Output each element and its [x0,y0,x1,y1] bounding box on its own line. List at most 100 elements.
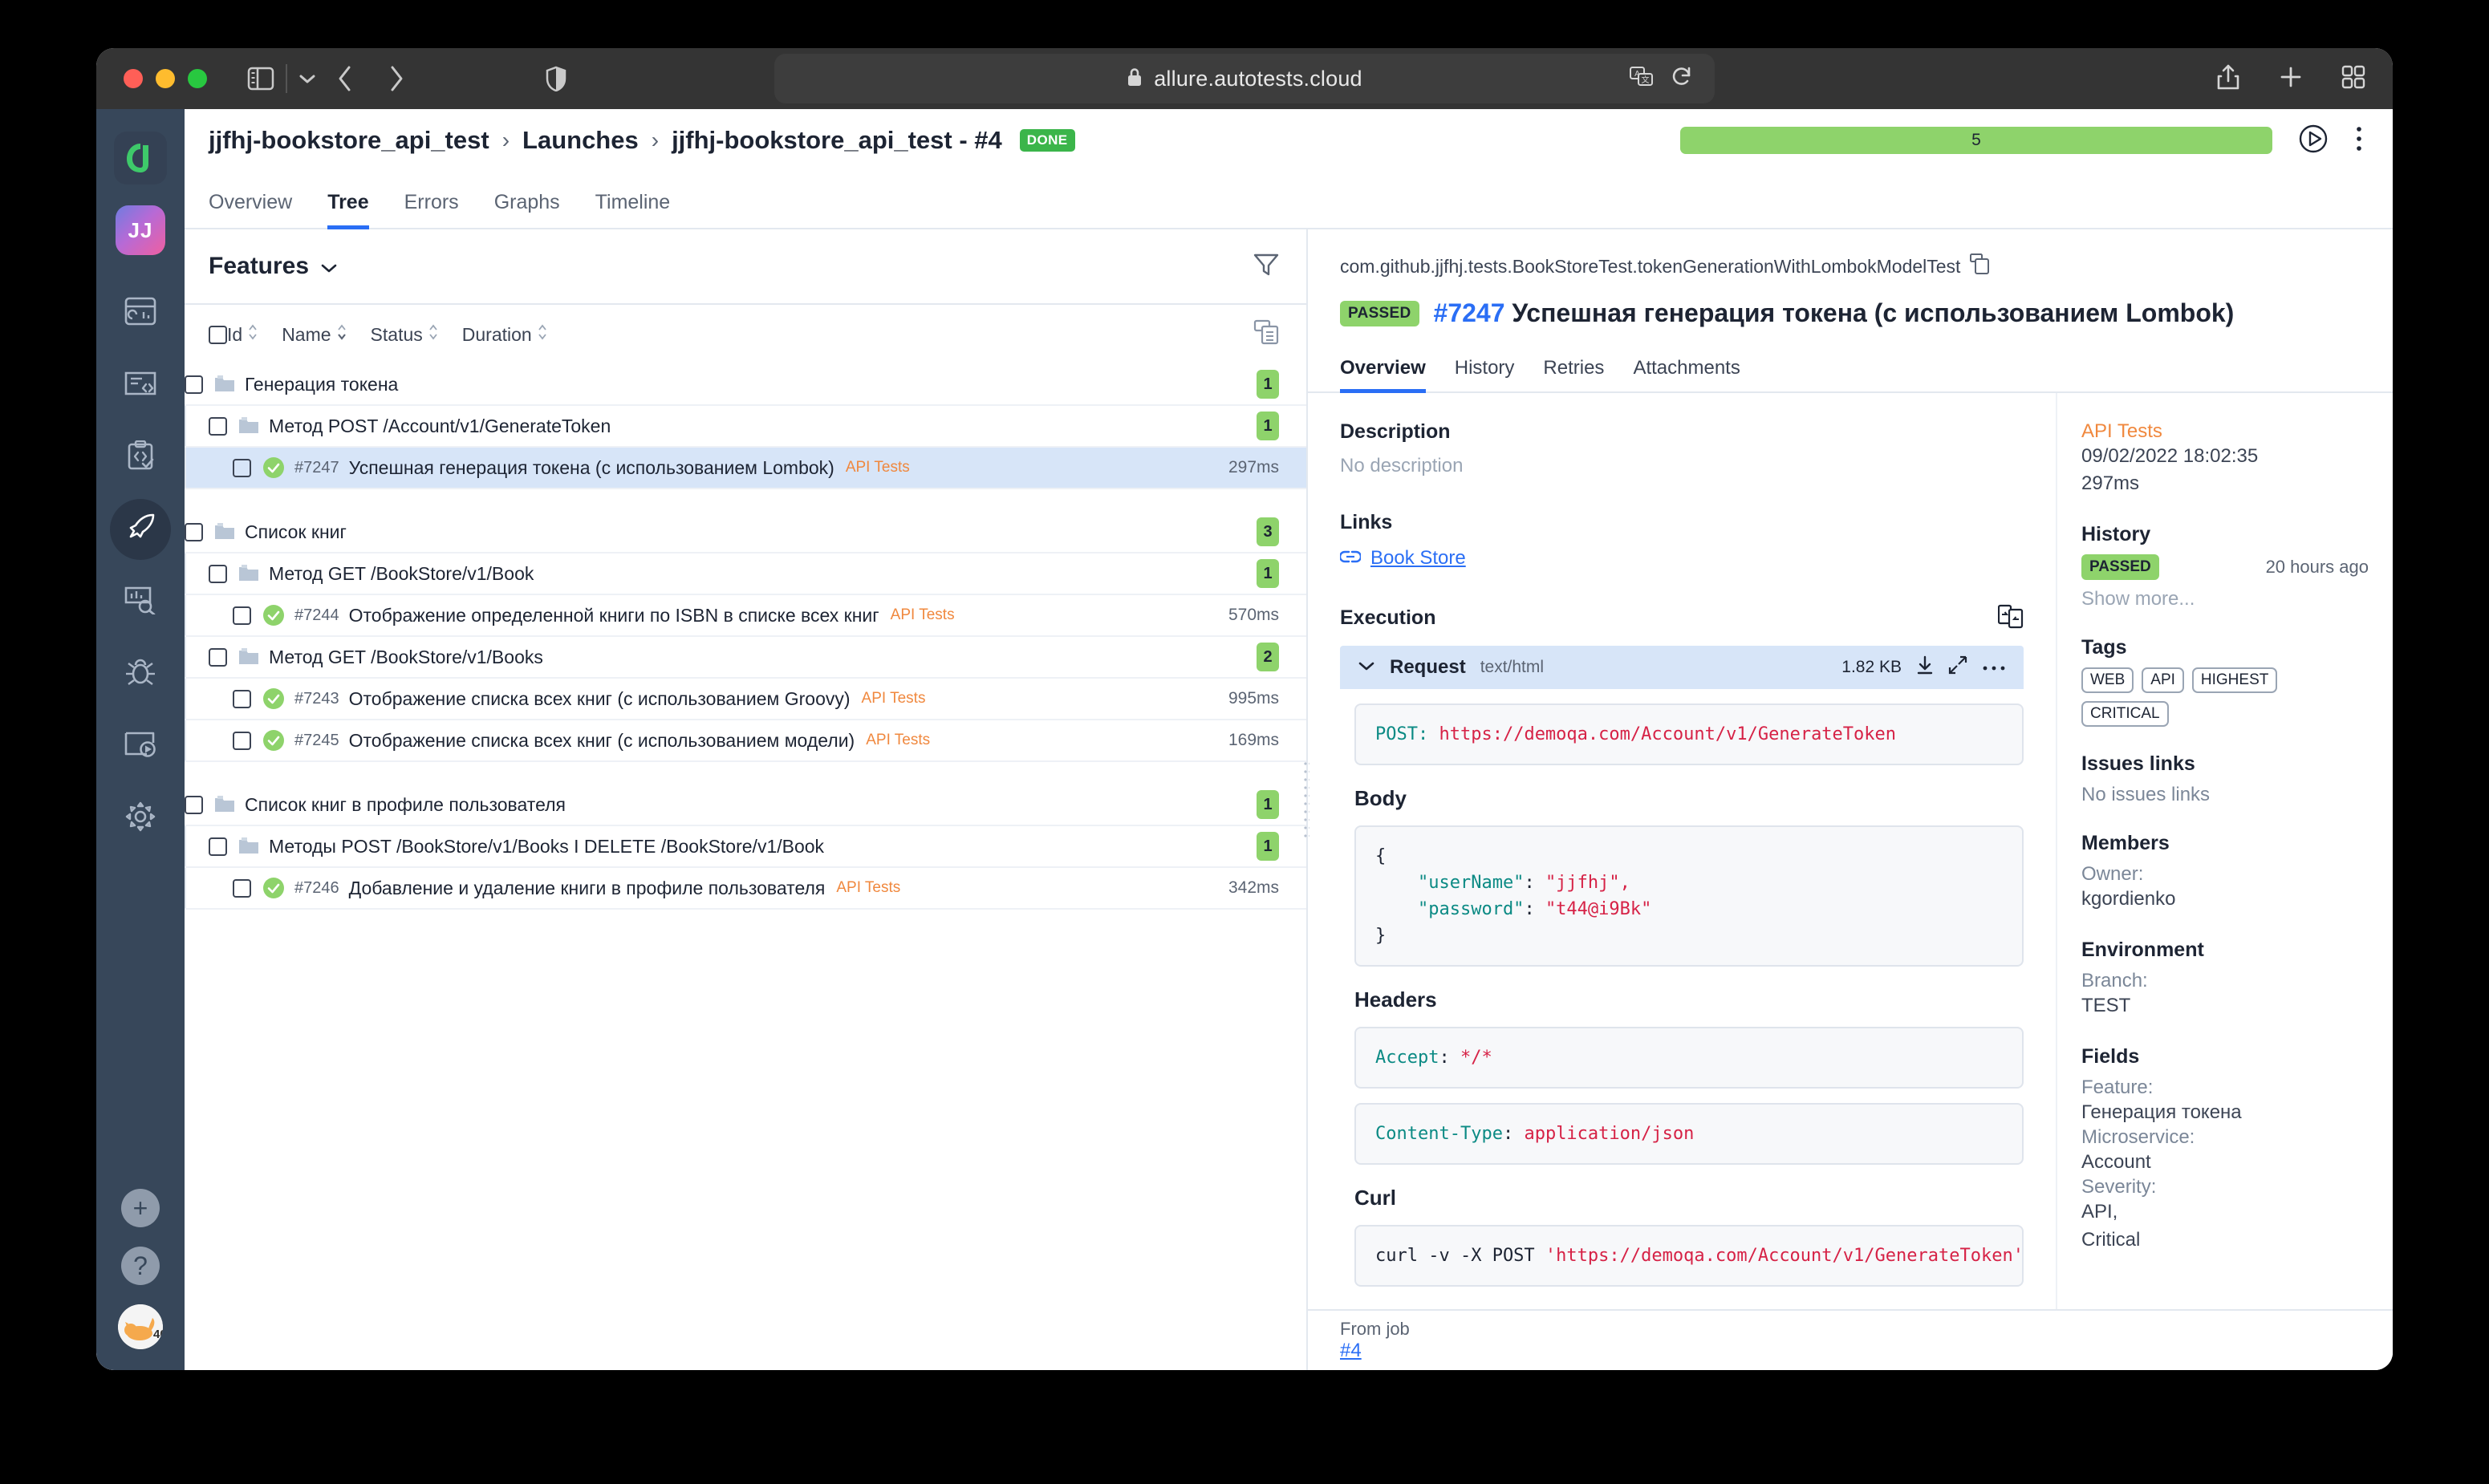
maximize-window-button[interactable] [188,69,207,88]
tree-row-feature[interactable]: Список книг 3 [185,512,1306,553]
row-checkbox[interactable] [185,522,203,541]
tree-row-suite[interactable]: Методы POST /BookStore/v1/Books I DELETE… [185,826,1306,868]
browser-chrome: allure.autotests.cloud A文 [96,48,2393,109]
allure-logo-icon[interactable] [114,132,167,184]
row-checkbox[interactable] [233,689,251,708]
row-checkbox[interactable] [209,647,227,667]
minimize-window-button[interactable] [156,69,175,88]
row-checkbox[interactable] [185,375,203,394]
sidebar-item-settings[interactable] [110,788,171,849]
back-icon[interactable] [337,65,353,92]
row-checkbox[interactable] [209,416,227,436]
tag-chip[interactable]: API [2142,667,2184,694]
tree-row-test[interactable]: #7245 Отображение списка всех книг (с исп… [185,720,1306,762]
tab-errors[interactable]: Errors [404,191,459,229]
close-window-button[interactable] [124,69,143,88]
sidebar-toggle-icon[interactable] [247,67,274,91]
row-checkbox[interactable] [209,564,227,583]
tab-overview[interactable]: Overview [209,191,292,229]
tree-row-test[interactable]: #7247 Успешная генерация токена (с исполь… [185,448,1306,489]
reload-icon[interactable] [1671,66,1692,92]
address-bar[interactable]: allure.autotests.cloud A文 [774,54,1715,103]
sidebar-item-launches[interactable] [110,499,171,560]
avatar[interactable]: 40 [118,1304,163,1349]
tag-chip[interactable]: WEB [2081,667,2134,694]
plus-icon[interactable] [2279,65,2303,93]
sort-icon [538,323,547,346]
tab-detail-retries[interactable]: Retries [1543,357,1604,393]
privacy-shield-icon[interactable] [546,66,566,91]
browser-window: allure.autotests.cloud A文 JJ + ? 4 jjfhj… [96,48,2393,1370]
tab-graphs[interactable]: Graphs [494,191,560,229]
row-checkbox[interactable] [233,458,251,477]
book-store-link[interactable]: Book Store [1370,547,1466,570]
sidebar-item-defects[interactable] [110,643,171,704]
tree-row-feature[interactable]: Список книг в профиле пользователя 1 [185,785,1306,826]
tree-row-test[interactable]: #7243 Отображение списка всех книг (с исп… [185,679,1306,720]
history-status-badge: PASSED [2081,554,2159,581]
help-button[interactable]: ? [121,1247,160,1285]
sidebar-item-test-cases[interactable] [110,355,171,416]
tree-row-suite[interactable]: Метод POST /Account/v1/GenerateToken 1 [185,406,1306,448]
column-duration-label: Duration [461,323,532,345]
add-button[interactable]: + [121,1189,160,1227]
tree-row-test[interactable]: #7244 Отображение определенной книги по I… [185,595,1306,637]
tree-row-suite[interactable]: Метод GET /BookStore/v1/Books 2 [185,637,1306,679]
column-duration[interactable]: Duration [462,323,547,346]
tag-chip[interactable]: HIGHEST [2191,667,2278,694]
column-id[interactable]: Id [227,323,258,346]
filter-icon[interactable] [1253,253,1279,281]
tag-chip[interactable]: CRITICAL [2081,701,2169,728]
test-row-id: #7243 [294,689,339,708]
row-checkbox[interactable] [233,878,251,898]
column-status[interactable]: Status [371,323,438,346]
tree-row-suite[interactable]: Метод GET /BookStore/v1/Book 1 [185,553,1306,595]
tab-detail-history[interactable]: History [1455,357,1515,393]
row-checkbox[interactable] [233,606,251,625]
history-heading: History [2081,523,2151,546]
group-by-selector[interactable]: Features [209,253,338,280]
copy-columns-icon[interactable] [1253,319,1279,350]
request-attachment-bar[interactable]: Request text/html 1.82 KB [1340,646,2024,689]
breadcrumb-item-launch[interactable]: jjfhj-bookstore_api_test - #4 [672,126,1002,155]
history-row[interactable]: PASSED 20 hours ago [2081,554,2369,581]
tab-grid-icon[interactable] [2341,65,2365,93]
breadcrumb-item-launches[interactable]: Launches [522,126,639,155]
more-horizontal-icon[interactable] [1982,658,2006,677]
row-checkbox[interactable] [209,837,227,856]
test-row-suite-tag: API Tests [845,459,910,476]
tree-row-label: Список книг в профиле пользователя [245,793,566,815]
column-name[interactable]: Name [282,323,346,346]
chevron-down-icon[interactable] [298,73,316,84]
sidebar-item-analytics[interactable] [110,571,171,632]
tab-detail-attachments[interactable]: Attachments [1633,357,1740,393]
sidebar-item-test-plan[interactable] [110,427,171,488]
forward-icon[interactable] [388,65,404,92]
select-all-checkbox[interactable] [209,325,227,344]
tab-detail-overview[interactable]: Overview [1340,357,1426,393]
compare-icon[interactable] [1997,603,2024,633]
tab-timeline[interactable]: Timeline [595,191,671,229]
translate-icon[interactable]: A文 [1630,66,1654,91]
from-job-link[interactable]: #4 [1340,1340,2361,1362]
show-more-button[interactable]: Show more... [2081,588,2369,610]
breadcrumb-item-project[interactable]: jjfhj-bookstore_api_test [209,126,489,155]
row-checkbox[interactable] [185,795,203,814]
chevron-down-icon[interactable] [1358,660,1375,675]
more-vertical-icon[interactable] [2354,124,2364,157]
share-icon[interactable] [2216,63,2240,95]
copy-icon[interactable] [1970,253,1990,279]
breadcrumb: jjfhj-bookstore_api_test › Launches › jj… [209,126,1075,155]
sidebar-item-jobs[interactable] [110,716,171,776]
download-icon[interactable] [1916,655,1934,679]
row-checkbox[interactable] [233,731,251,750]
tree-row-feature[interactable]: Генерация токена 1 [185,364,1306,406]
play-circle-icon[interactable] [2298,124,2329,158]
test-detail-panel: com.github.jjfhj.tests.BookStoreTest.tok… [1308,229,2393,1370]
expand-icon[interactable] [1948,655,1967,679]
project-avatar[interactable]: JJ [116,205,165,255]
sidebar-item-dashboards[interactable] [110,282,171,343]
tab-tree[interactable]: Tree [327,191,369,229]
main-column: jjfhj-bookstore_api_test › Launches › jj… [185,109,2393,1370]
tree-row-test[interactable]: #7246 Добавление и удаление книги в профи… [185,868,1306,910]
